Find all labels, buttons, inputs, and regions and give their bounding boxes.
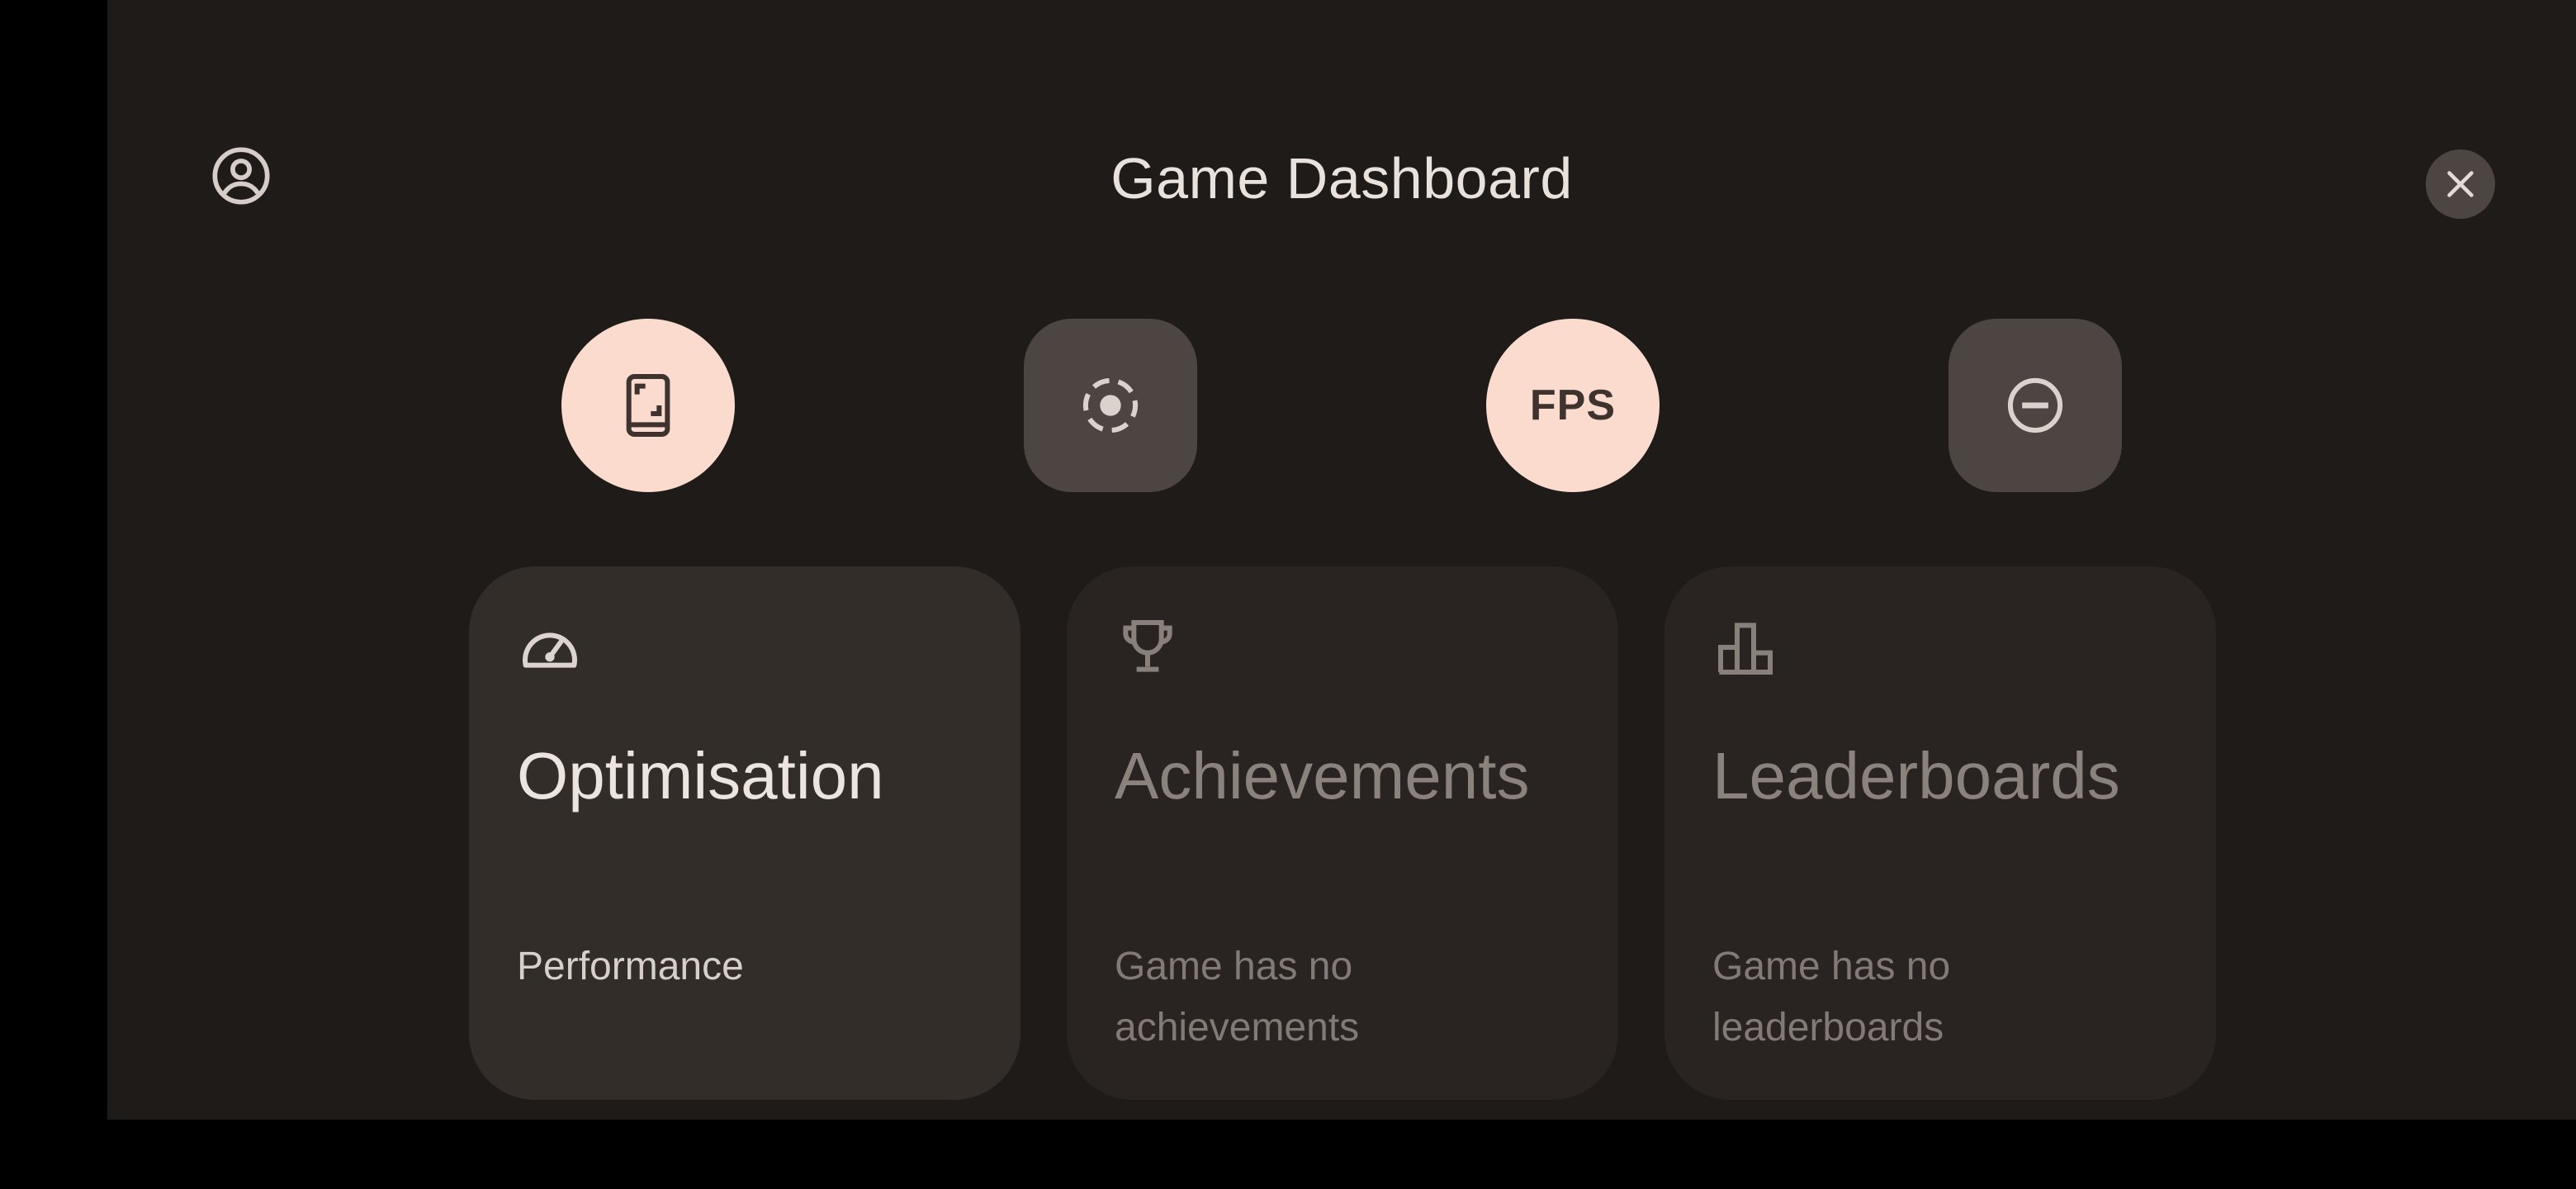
do-not-disturb-icon: [2007, 377, 2063, 433]
screen-record-toggle[interactable]: [1024, 319, 1197, 492]
card-title: Leaderboards: [1712, 739, 2120, 812]
achievements-card[interactable]: Achievements Game has no achievements: [1067, 566, 1618, 1100]
leaderboard-icon: [1718, 623, 1773, 675]
close-button[interactable]: [2426, 149, 2495, 219]
speedometer-icon: [523, 632, 577, 668]
phone-screenshot-icon: [626, 374, 670, 437]
close-icon: [2447, 171, 2474, 197]
card-subtitle: Game has no leaderboards: [1712, 945, 1951, 1049]
screenshot-toggle[interactable]: [561, 319, 735, 492]
leaderboards-card[interactable]: Leaderboards Game has no leaderboards: [1664, 566, 2216, 1100]
screen-record-icon: [1082, 377, 1139, 433]
game-dashboard-panel: Game Dashboard FPS Optimisation Performa…: [107, 0, 2576, 1120]
card-subtitle: Performance: [517, 945, 744, 988]
page-title: Game Dashboard: [1110, 146, 1573, 211]
card-subtitle: Game has no achievements: [1115, 945, 1360, 1049]
optimisation-card[interactable]: Optimisation Performance: [469, 566, 1020, 1100]
fps-label: FPS: [1529, 381, 1617, 429]
card-title: Achievements: [1115, 739, 1530, 812]
fps-toggle[interactable]: FPS: [1486, 319, 1660, 492]
do-not-disturb-toggle[interactable]: [1949, 319, 2122, 492]
card-title: Optimisation: [517, 739, 884, 812]
trophy-icon: [1123, 620, 1172, 672]
